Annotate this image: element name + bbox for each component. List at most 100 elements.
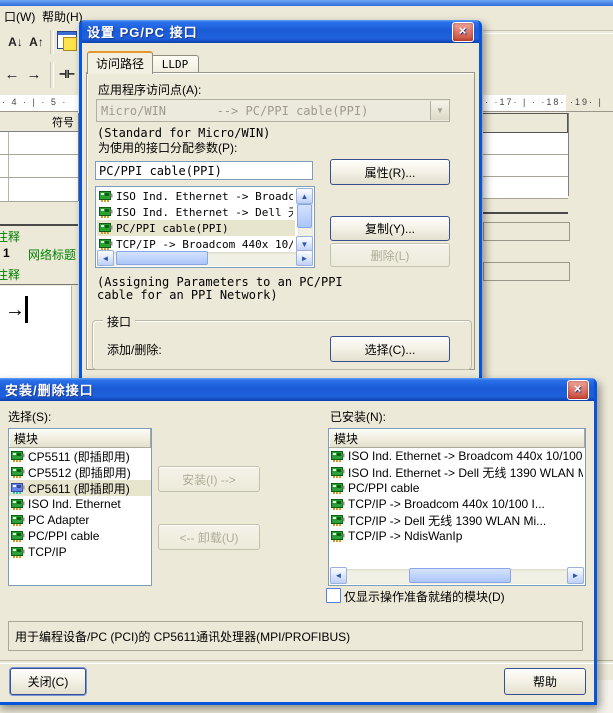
scroll-right-icon[interactable]: ►	[567, 567, 584, 584]
list-item[interactable]: TCP/IP	[9, 544, 151, 560]
help-button[interactable]: 帮助	[504, 668, 586, 695]
list-item-label: TCP/IP	[28, 545, 67, 559]
sort-descending-icon[interactable]: A↓	[6, 32, 25, 52]
horizontal-scroll-thumb[interactable]	[116, 251, 208, 265]
list-item[interactable]: PC/PPI cable	[9, 528, 151, 544]
list-item[interactable]: ISO Ind. Ethernet -> Broadcom 440x 10/10…	[329, 448, 585, 464]
tab-lldp[interactable]: LLDP	[151, 55, 199, 73]
list-item[interactable]: PC/PPI cable	[329, 480, 585, 496]
delete-button[interactable]: 删除(L)	[330, 243, 450, 267]
list-item[interactable]: TCP/IP -> Dell 无线 1390 WLAN Mi...	[329, 512, 585, 528]
comment-box	[483, 222, 570, 241]
network-card-icon	[99, 239, 113, 250]
uninstall-button[interactable]: <-- 卸载(U)	[158, 524, 260, 550]
contact-icon[interactable]: ⊣⊢	[56, 64, 78, 84]
ladder-editor-canvas[interactable]: →	[0, 286, 72, 378]
network-card-icon	[331, 451, 345, 462]
arrow-left-icon[interactable]: ←	[2, 64, 22, 84]
list-item-label: ISO Ind. Ethernet	[28, 497, 121, 511]
list-item[interactable]: ISO Ind. Ethernet -> Broadco	[97, 188, 295, 204]
network-card-icon	[331, 515, 345, 526]
sort-ascending-icon[interactable]: A↑	[27, 32, 46, 52]
symbol-column-header[interactable]: 符号	[0, 113, 78, 132]
dialog-titlebar[interactable]: 安装/删除接口 ×	[0, 378, 594, 401]
scroll-up-icon[interactable]: ▲	[296, 188, 313, 204]
select-button[interactable]: 选择(C)...	[330, 336, 450, 362]
column-header-label: 模块	[14, 430, 38, 447]
list-item[interactable]: CP5511 (即插即用)	[9, 448, 151, 464]
list-item-label: CP5511 (即插即用)	[28, 448, 130, 464]
comment-box	[483, 262, 570, 281]
table-row[interactable]	[0, 155, 78, 178]
assigning-note: (Assigning Parameters to an PC/PPI cable…	[97, 276, 343, 302]
assigning-note-line2: cable for an PPI Network)	[97, 289, 343, 302]
network-card-icon	[11, 467, 25, 478]
tab-label: LLDP	[162, 58, 189, 71]
table-row[interactable]	[483, 177, 568, 199]
network-card-icon	[331, 499, 345, 510]
list-item-label: ISO Ind. Ethernet -> Broadco	[116, 190, 293, 203]
list-item-label: TCP/IP -> NdisWanIp	[348, 529, 462, 543]
program-comment-bottom[interactable]: 注释	[0, 266, 20, 283]
network-row[interactable]: 1 网络标题	[0, 246, 78, 263]
access-point-value: Micro/WIN --> PC/PPI cable(PPI)	[97, 104, 430, 118]
table-row[interactable]	[483, 155, 568, 177]
access-point-label: 应用程序访问点(A):	[98, 81, 201, 98]
table-row[interactable]	[0, 178, 78, 202]
list-item-label: CP5512 (即插即用)	[28, 464, 131, 480]
list-item[interactable]: TCP/IP -> Broadcom 440x 10/100 I...	[329, 496, 585, 512]
symbol-table-left: 符号	[0, 113, 79, 201]
list-item[interactable]: ISO Ind. Ethernet	[9, 496, 151, 512]
dialog-title: 安装/删除接口	[5, 380, 94, 399]
properties-button[interactable]: 属性(R)...	[330, 159, 450, 185]
tab-access-path[interactable]: 访问路径	[87, 51, 153, 74]
editor-separator-right	[483, 212, 568, 214]
vertical-scroll-thumb[interactable]	[297, 204, 312, 228]
copy-button[interactable]: 复制(Y)...	[330, 216, 450, 241]
chevron-down-icon[interactable]: ▼	[430, 101, 449, 120]
arrow-right-icon[interactable]: →	[24, 64, 44, 84]
toolbar-groove	[483, 30, 613, 34]
close-button[interactable]: 关闭(C)	[10, 668, 86, 695]
list-item-label: TCP/IP -> Broadcom 440x 10/100 I...	[348, 497, 545, 511]
ruler-ticks: ·19· |	[570, 95, 603, 110]
table-row[interactable]	[483, 133, 568, 155]
list-item[interactable]: CP5512 (即插即用)	[9, 464, 151, 480]
button-label: 属性(R)...	[365, 164, 416, 181]
cascade-window-icon[interactable]	[57, 31, 77, 49]
dialog-titlebar[interactable]: 设置 PG/PC 接口 ×	[82, 20, 479, 43]
list-item[interactable]: ISO Ind. Ethernet -> Dell 无线 1390 WLAN M…	[329, 464, 585, 480]
symbol-column-header[interactable]	[483, 113, 568, 133]
module-column-header[interactable]: 模块	[329, 429, 585, 448]
program-comment-top[interactable]: 注释	[0, 228, 20, 245]
close-icon[interactable]: ×	[567, 380, 589, 400]
list-item[interactable]: PC/PPI cable(PPI)	[97, 220, 295, 236]
install-button[interactable]: 安装(I) -->	[158, 466, 260, 492]
scroll-right-icon[interactable]: ►	[296, 250, 313, 266]
module-column-header[interactable]: 模块	[9, 429, 151, 448]
close-icon[interactable]: ×	[452, 22, 474, 42]
access-point-combo[interactable]: Micro/WIN --> PC/PPI cable(PPI) ▼	[96, 99, 450, 122]
module-description-box: 用于编程设备/PC (PCI)的 CP5611通讯处理器(MPI/PROFIBU…	[8, 621, 583, 651]
horizontal-scroll-thumb[interactable]	[409, 568, 511, 583]
list-item-label: PC/PPI cable	[348, 481, 419, 495]
show-ready-modules-checkbox[interactable]	[326, 588, 341, 603]
installed-modules-list: ISO Ind. Ethernet -> Broadcom 440x 10/10…	[329, 448, 585, 552]
list-item[interactable]: CP5611 (即插即用)	[9, 480, 151, 496]
list-item-label: TCP/IP -> Dell 无线 1390 WLAN Mi...	[348, 512, 546, 528]
ruler-ticks: · 4 · | · 5 ·	[2, 95, 67, 110]
menu-item-help[interactable]: 帮助(H)	[42, 8, 83, 25]
ruler-ticks: · ·17· | · ·18·	[485, 95, 565, 110]
button-label: <-- 卸载(U)	[180, 529, 239, 546]
list-item[interactable]: TCP/IP -> NdisWanIp	[329, 528, 585, 544]
list-item[interactable]: PC Adapter	[9, 512, 151, 528]
table-row[interactable]	[0, 132, 78, 155]
list-item[interactable]: ISO Ind. Ethernet -> Dell 无	[97, 204, 295, 220]
network-card-icon	[11, 531, 25, 542]
scroll-left-icon[interactable]: ◄	[97, 250, 114, 266]
toolbar-separator	[50, 62, 54, 88]
scroll-left-icon[interactable]: ◄	[330, 567, 347, 584]
list-item[interactable]: TCP/IP -> Broadcom 440x 10/1	[97, 236, 295, 250]
params-input[interactable]	[95, 161, 313, 180]
menu-item-window[interactable]: 口(W)	[4, 8, 35, 25]
